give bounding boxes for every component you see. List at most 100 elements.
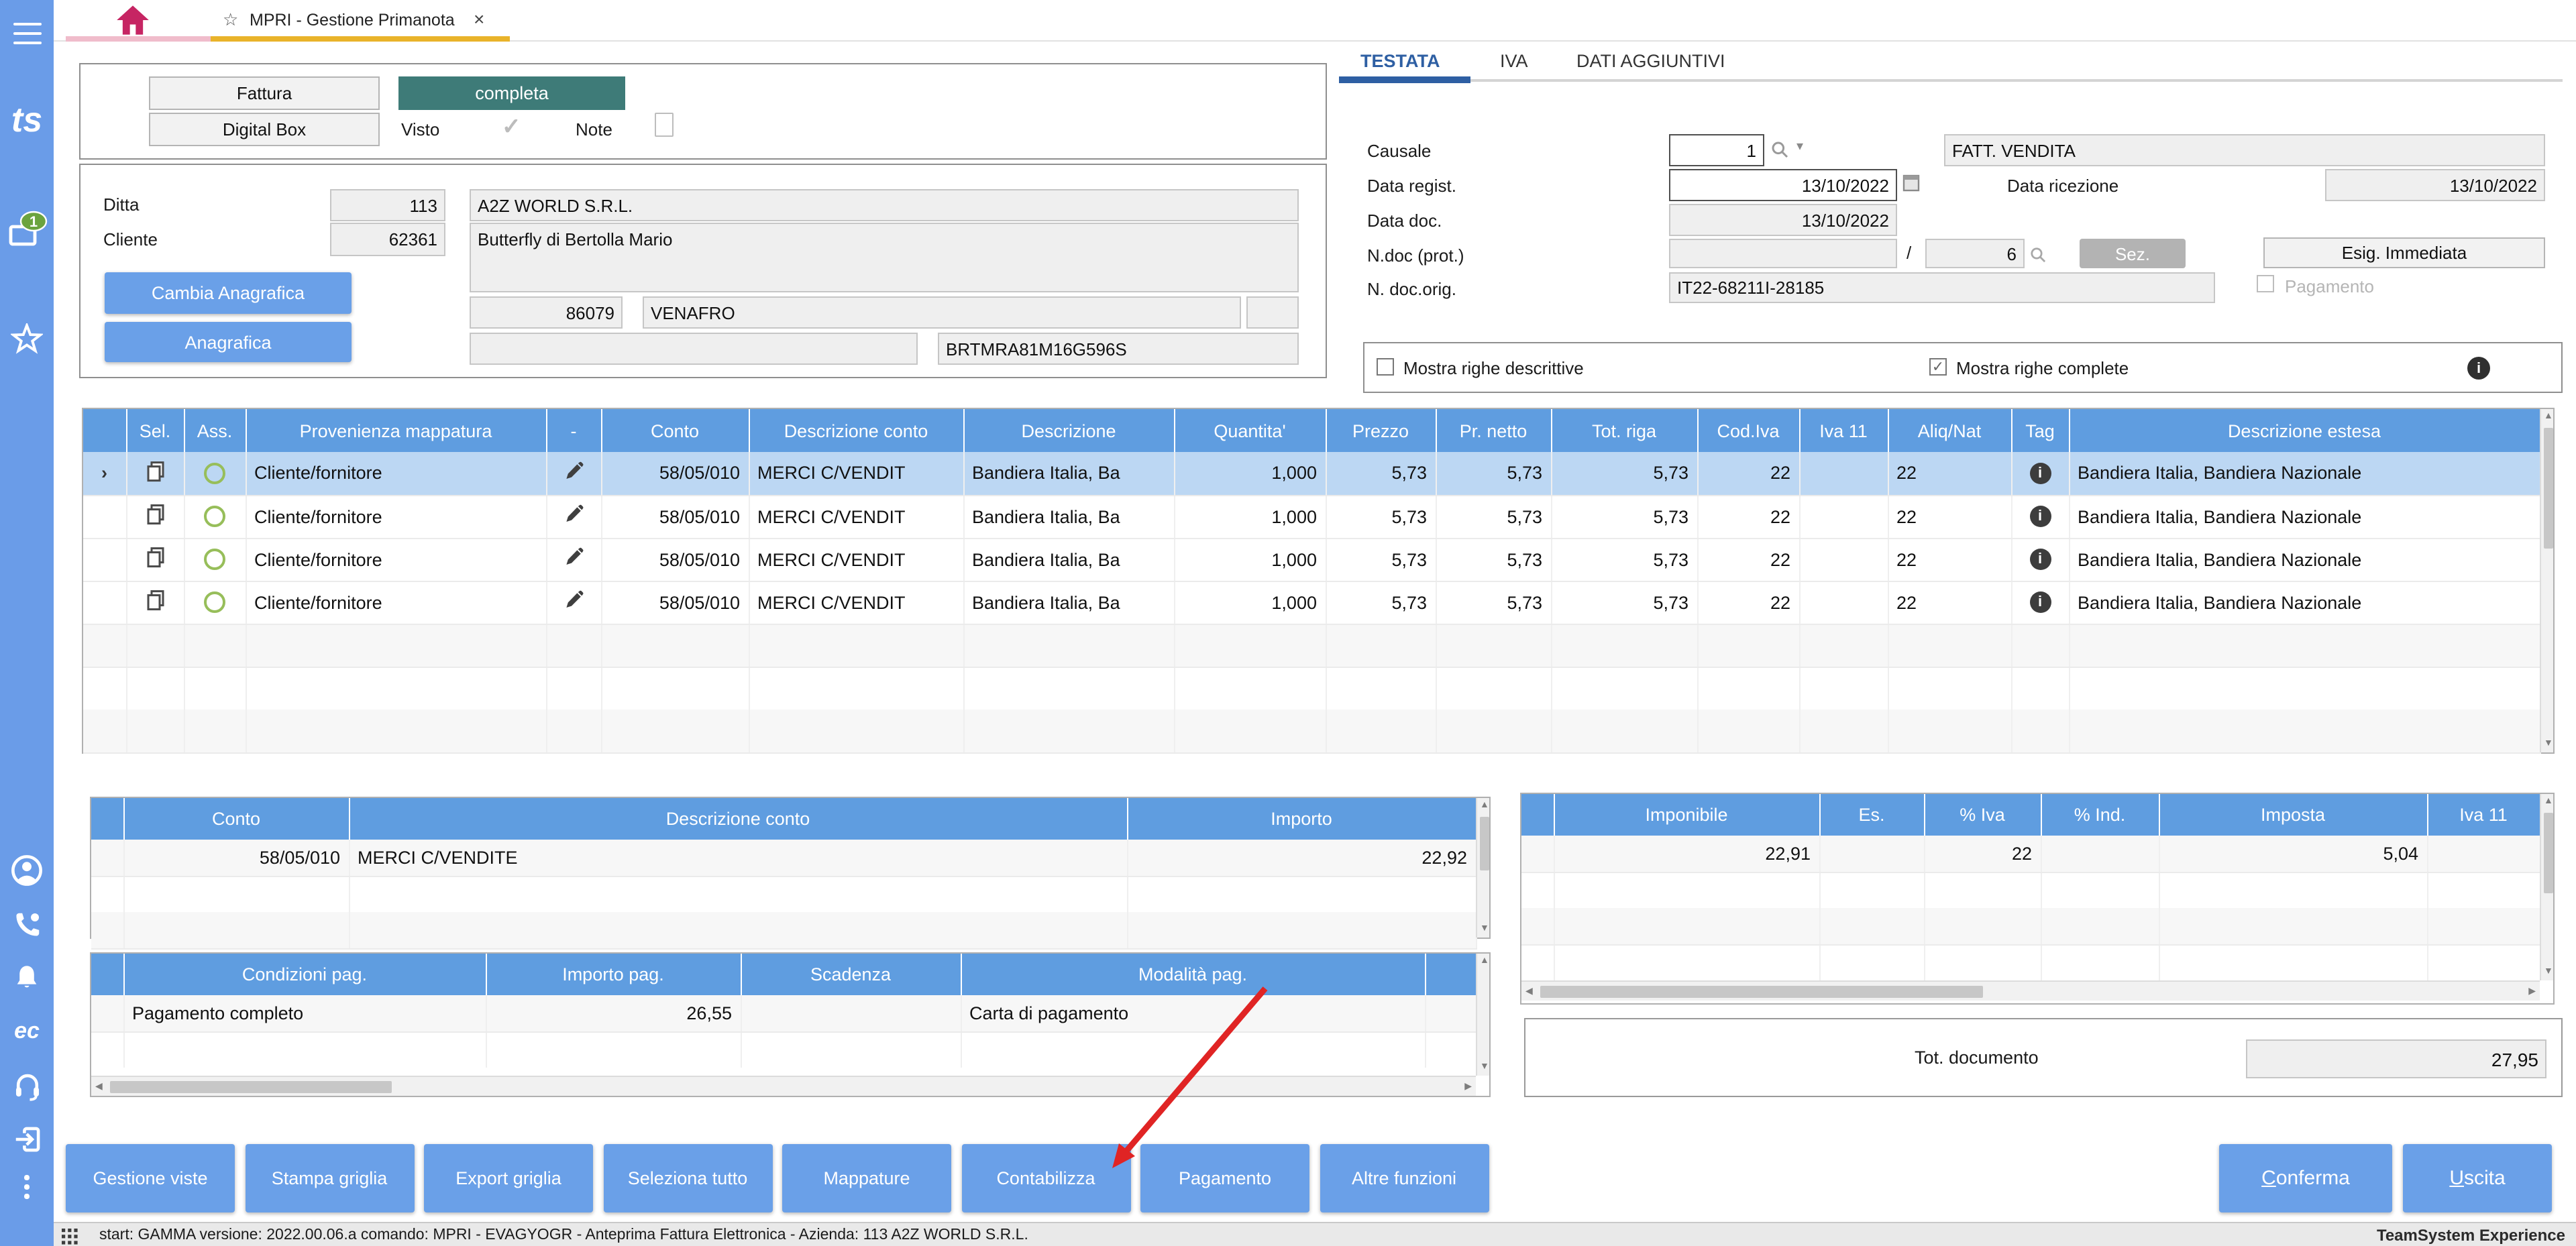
grid-cell-sel_icon[interactable] [126,495,184,538]
table-cell[interactable] [1819,836,1924,872]
uscita-button[interactable]: Uscita [2403,1144,2552,1212]
table-cell[interactable]: Carta di pagamento [961,995,1425,1031]
grid-cell-cod_iva[interactable]: 22 [1697,495,1799,538]
causale-input[interactable]: 1 [1669,134,1764,166]
grid-header-cell[interactable]: Aliq/Nat [1888,409,2011,452]
table-header-cell[interactable]: Es. [1819,794,1924,836]
grid-cell-cod_iva[interactable]: 22 [1697,538,1799,581]
comune-field[interactable]: VENAFRO [643,296,1241,329]
grid-header-cell[interactable]: Pr. netto [1436,409,1551,452]
mostra-righe-complete-checkbox[interactable]: ✓ [1929,358,1947,376]
grid-header-cell[interactable]: Quantita' [1174,409,1326,452]
pagamento-checkbox[interactable] [2257,275,2274,292]
grid-cell-tot_riga[interactable]: 5,73 [1551,452,1697,495]
info-circle-icon[interactable]: i [2467,357,2490,380]
note-page-icon[interactable] [655,113,674,137]
home-icon[interactable] [115,4,150,36]
grid-cell-descrizione_estesa[interactable]: Bandiera Italia, Bandiera Nazionale [2069,452,2540,495]
grid-cell-descrizione_conto[interactable]: MERCI C/VENDIT [749,495,963,538]
table-header-cell[interactable] [1521,794,1554,836]
grid-cell-iva_11[interactable] [1799,538,1888,581]
grid-header-cell[interactable] [83,409,126,452]
data-regist-input[interactable]: 13/10/2022 [1669,169,1897,201]
data-doc-field[interactable]: 13/10/2022 [1669,204,1897,236]
grid-header-cell[interactable]: Ass. [184,409,246,452]
grid-cell-sel_icon[interactable] [126,538,184,581]
grid-cell-provenienza[interactable]: Cliente/fornitore [246,495,546,538]
grid-cell-marker[interactable] [83,495,126,538]
sez-button[interactable]: Sez. [2080,239,2186,268]
grid-header-cell[interactable]: Iva 11 [1799,409,1888,452]
table-header-cell[interactable]: Condizioni pag. [123,954,486,995]
grid-cell-prezzo[interactable]: 5,73 [1326,452,1436,495]
search-icon[interactable] [1771,141,1788,165]
conto-vertical-scrollbar[interactable]: ▲ ▼ [1476,798,1489,938]
table-cell[interactable]: 26,55 [486,995,741,1031]
grid-cell-tag_icon[interactable]: i [2011,581,2069,624]
table-cell[interactable]: MERCI C/VENDITE [349,840,1127,876]
table-row[interactable]: Pagamento completo26,55 Carta di pagament… [91,995,1476,1031]
bell-icon[interactable] [0,960,54,995]
table-cell[interactable]: Pagamento completo [123,995,486,1031]
grid-header-cell[interactable]: Descrizione estesa [2069,409,2540,452]
grid-cell-provenienza[interactable]: Cliente/fornitore [246,581,546,624]
grid-header-cell[interactable]: - [546,409,601,452]
grid-cell-provenienza[interactable]: Cliente/fornitore [246,538,546,581]
grid-header-cell[interactable]: Conto [601,409,749,452]
grid-cell-descrizione_conto[interactable]: MERCI C/VENDIT [749,581,963,624]
grid-cell-descrizione_conto[interactable]: MERCI C/VENDIT [749,538,963,581]
mostra-righe-descrittive-checkbox[interactable] [1377,358,1394,376]
grid-cell-descrizione_conto[interactable]: MERCI C/VENDIT [749,452,963,495]
table-cell[interactable] [91,995,123,1031]
grid-cell-tot_riga[interactable]: 5,73 [1551,538,1697,581]
codice-fiscale-field[interactable]: BRTMRA81M16G596S [938,333,1299,365]
grid-cell-conto[interactable]: 58/05/010 [601,538,749,581]
grid-header-cell[interactable]: Sel. [126,409,184,452]
ditta-name-field[interactable]: A2Z WORLD S.R.L. [470,189,1299,221]
grid-cell-quantita[interactable]: 1,000 [1174,452,1326,495]
action-button-gestione-viste[interactable]: Gestione viste [66,1144,235,1212]
table-header-cell[interactable]: Conto [123,798,349,840]
ndoc-num-field[interactable]: 6 [1925,239,2025,268]
grid-vertical-scrollbar[interactable]: ▲ ▼ [2540,409,2553,752]
grid-cell-marker[interactable] [83,581,126,624]
grid-cell-tot_riga[interactable]: 5,73 [1551,495,1697,538]
table-header-cell[interactable]: Importo [1127,798,1476,840]
table-cell[interactable] [2427,836,2540,872]
table-header-cell[interactable]: Modalità pag. [961,954,1425,995]
pagamenti-horizontal-scrollbar[interactable]: ◀ ▶ [91,1076,1476,1096]
grid-cell-pr_netto[interactable]: 5,73 [1436,538,1551,581]
conferma-button[interactable]: Conferma [2219,1144,2392,1212]
grid-cell-tot_riga[interactable]: 5,73 [1551,581,1697,624]
table-row[interactable]: 22,91225,04 [1521,836,2540,872]
grid-cell-descrizione[interactable]: Bandiera Italia, Ba [963,581,1174,624]
folder-badge-icon[interactable]: 1 [0,208,54,253]
phone-icon[interactable] [0,907,54,942]
grid-cell-marker[interactable] [83,538,126,581]
table-cell[interactable]: 22,92 [1127,840,1476,876]
star-icon[interactable] [0,322,54,357]
grid-cell-prezzo[interactable]: 5,73 [1326,581,1436,624]
app-grid-icon[interactable] [62,1227,78,1246]
table-header-cell[interactable]: Iva 11 [2427,794,2540,836]
grid-cell-quantita[interactable]: 1,000 [1174,538,1326,581]
grid-cell-descrizione[interactable]: Bandiera Italia, Ba [963,538,1174,581]
favorite-star-icon[interactable]: ☆ [223,9,238,31]
tab-dati-aggiuntivi[interactable]: DATI AGGIUNTIVI [1576,51,1725,71]
grid-cell-provenienza[interactable]: Cliente/fornitore [246,452,546,495]
table-header-cell[interactable]: Scadenza [741,954,961,995]
grid-cell-pr_netto[interactable]: 5,73 [1436,495,1551,538]
grid-header-cell[interactable]: Tag [2011,409,2069,452]
close-icon[interactable]: × [474,8,484,30]
grid-header-cell[interactable]: Descrizione [963,409,1174,452]
grid-cell-tag_icon[interactable]: i [2011,495,2069,538]
ditta-code-field[interactable]: 113 [330,189,445,221]
table-cell[interactable] [1521,836,1554,872]
grid-cell-conto[interactable]: 58/05/010 [601,495,749,538]
headset-icon[interactable] [0,1068,54,1102]
action-button-contabilizza[interactable]: Contabilizza [961,1144,1130,1212]
table-cell[interactable]: 58/05/010 [123,840,349,876]
table-header-cell[interactable]: Imponibile [1554,794,1819,836]
grid-cell-quantita[interactable]: 1,000 [1174,495,1326,538]
calendar-icon[interactable] [1902,173,1920,199]
